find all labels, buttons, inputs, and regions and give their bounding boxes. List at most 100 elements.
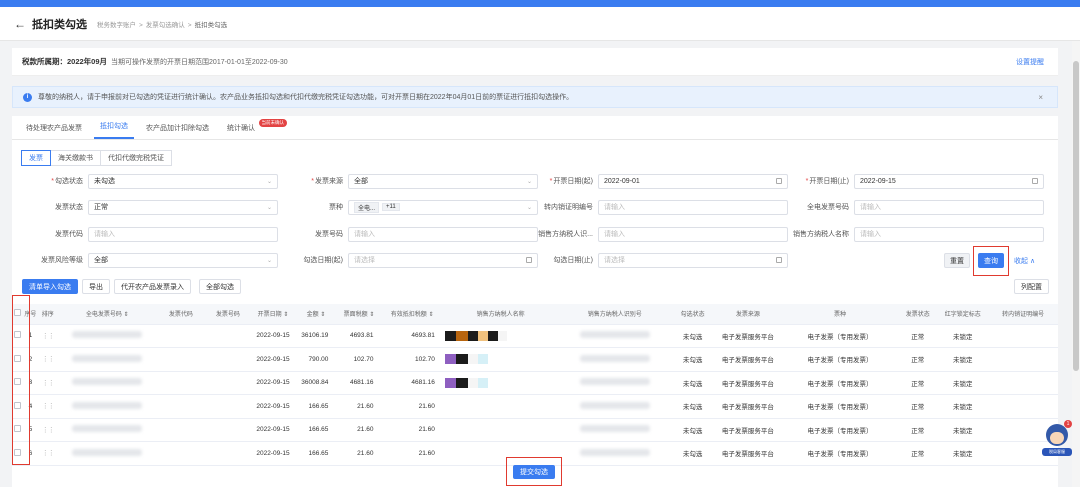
tab-pending-agri[interactable]: 待处理农产品发票 [20,123,88,139]
export-button[interactable]: 导出 [82,279,110,294]
agri-invoice-entry-button[interactable]: 代开农产品发票录入 [114,279,191,294]
breadcrumb: 税务数字账户 > 发票勾选确认 > 抵扣类勾选 [97,21,228,29]
notice-text: 尊敬的纳税人，请于申报前对已勾选的凭证进行统计确认。农产品业务抵扣勾选和代扣代缴… [38,94,574,101]
invoice-date-cell: 2022-09-15 [250,441,296,466]
valid-tax-cell: 21.60 [381,441,443,466]
subtab-customs[interactable]: 海关缴款书 [50,150,101,166]
col-header: 排序 [37,304,59,325]
col-header[interactable]: 全电发票号码 ⇕ [58,304,157,325]
check-state-cell: 未勾选 [671,418,715,442]
subtab-tax-certificate[interactable]: 代扣代缴完税凭证 [100,150,172,166]
invoice-code-input[interactable]: 请输入 [88,226,278,242]
tab-statistics-confirm[interactable]: 统计确认 当前未确认 [221,119,287,139]
filter-risk-level: 发票风险等级 全部 ⌄ [20,252,278,268]
column-config-button[interactable]: 列配置 [1014,279,1049,294]
invoice-table: 序号 排序 全电发票号码 ⇕ 发票代码 发票号码 开票日期 ⇕ 金额 ⇕ 票面税… [12,304,1058,466]
table-row[interactable]: 1 ⋮⋮ 2022-09-15 36106.19 4693.81 4693.81 未勾选 电子… [12,324,1058,348]
source-select[interactable]: 全部 ⌄ [348,173,538,189]
seller-id-input[interactable]: 请输入 [598,226,788,242]
col-header[interactable]: 有效抵扣税额 ⇕ [381,304,443,325]
ticket-type-cell: 电子发票（专用发票） [781,394,899,419]
invoice-number-cell [205,394,251,419]
collapse-link[interactable]: 收起 ∧ [1014,256,1035,266]
drag-handle-icon[interactable]: ⋮⋮ [37,347,59,372]
invoice-code-cell [156,418,206,442]
check-state-cell: 未勾选 [671,394,715,419]
chevron-down-icon: ⌄ [266,257,272,264]
amount-cell: 36106.19 [295,324,337,348]
amount-cell: 166.65 [295,418,337,442]
drag-handle-icon[interactable]: ⋮⋮ [37,418,59,442]
tax-cell: 21.60 [336,441,382,466]
calendar-icon [1032,178,1038,184]
breadcrumb-item[interactable]: 发票勾选确认 [146,22,185,29]
full-invoice-no-input[interactable]: 请输入 [854,199,1044,215]
table-row[interactable]: 3 ⋮⋮ 2022-09-15 36008.84 4681.16 4681.16 未勾选 电子… [12,371,1058,395]
invoice-status-cell: 正常 [898,371,938,395]
invoice-date-cell: 2022-09-15 [250,347,296,372]
scrollbar[interactable] [1072,41,1080,487]
table-row[interactable]: 4 ⋮⋮ 2022-09-15 166.65 21.60 21.60 未勾选 电子发票服务平台… [12,394,1058,419]
red-lock-cell: 未锁定 [937,347,989,372]
risk-level-select[interactable]: 全部 ⌄ [88,252,278,268]
drag-handle-icon[interactable]: ⋮⋮ [37,324,59,348]
transfer-no-input[interactable]: 请输入 [598,199,788,215]
chevron-down-icon: ⌄ [266,204,272,211]
tab-agri-extra-deduction[interactable]: 农产品加计扣除勾选 [140,123,215,139]
col-header: 销售方纳税人名称 [442,304,559,325]
filter-row: *勾选状态 未勾选 ⌄ *发票来源 全部 ⌄ *开票日期(起) 2022-09-01 *开… [12,173,1058,189]
col-header: 勾选状态 [671,304,715,325]
select-all-button[interactable]: 全部勾选 [199,279,241,294]
drag-handle-icon[interactable]: ⋮⋮ [37,394,59,419]
table-row[interactable]: 2 ⋮⋮ 2022-09-15 790.00 102.70 102.70 未勾选 电子发票服务… [12,347,1058,372]
ticket-type-cell: 电子发票（专用发票） [781,418,899,442]
amount-cell: 36008.84 [295,371,337,395]
invoice-status-select[interactable]: 正常 ⌄ [88,199,278,215]
drag-handle-icon[interactable]: ⋮⋮ [37,371,59,395]
valid-tax-cell: 21.60 [381,394,443,419]
check-status-select[interactable]: 未勾选 ⌄ [88,173,278,189]
check-date-end-picker[interactable]: 请选择 [598,252,788,268]
ticket-type-cell: 电子发票（专用发票） [781,324,899,348]
col-header[interactable]: 开票日期 ⇕ [250,304,296,325]
col-header: 票种 [781,304,899,325]
full-invoice-no-cell [58,347,157,372]
seller-id-cell [558,418,672,442]
invoice-code-cell [156,324,206,348]
check-date-start-picker[interactable]: 请选择 [348,252,538,268]
col-header[interactable]: 票面税额 ⇕ [336,304,382,325]
highlight-box [973,246,1009,276]
breadcrumb-item[interactable]: 税务数字账户 [97,22,136,29]
source-cell: 电子发票服务平台 [714,394,782,419]
ticket-type-select[interactable]: 全电... +11 ⌄ [348,199,538,215]
scrollbar-thumb[interactable] [1073,61,1079,371]
import-list-button[interactable]: 清单导入勾选 [22,279,78,294]
date-end-picker[interactable]: 2022-09-15 [854,173,1044,189]
amount-cell: 166.65 [295,394,337,419]
invoice-code-cell [156,394,206,419]
invoice-number-input[interactable]: 请输入 [348,226,538,242]
customer-service-avatar[interactable]: 税局客服 1 [1042,420,1072,464]
tab-deduction-check[interactable]: 抵扣勾选 [94,121,134,139]
valid-tax-cell: 4693.81 [381,324,443,348]
filter-invoice-number: 发票号码 请输入 [280,226,538,242]
arrow-left-icon[interactable]: ← [14,17,26,31]
col-header: 发票状态 [898,304,938,325]
filter-row: 发票状态 正常 ⌄ 票种 全电... +11 ⌄ 转内销证明编号 请输入 全电发票号码 请输入 [12,199,1058,215]
full-invoice-no-cell [58,324,157,348]
set-reminder-link[interactable]: 设置提醒 [1016,57,1044,67]
invoice-code-cell [156,347,206,372]
chevron-down-icon: ⌄ [266,178,272,185]
close-icon[interactable]: × [1038,93,1043,102]
drag-handle-icon[interactable]: ⋮⋮ [37,441,59,466]
date-start-picker[interactable]: 2022-09-01 [598,173,788,189]
filter-row: 发票风险等级 全部 ⌄ 勾选日期(起) 请选择 勾选日期(止) 请选择 [12,252,1058,268]
table-row[interactable]: 5 ⋮⋮ 2022-09-15 166.65 21.60 21.60 未勾选 电子发票服务平台… [12,418,1058,442]
seller-name-input[interactable]: 请输入 [854,226,1044,242]
invoice-status-cell: 正常 [898,347,938,372]
filter-source: *发票来源 全部 ⌄ [280,173,538,189]
subtab-invoice[interactable]: 发票 [21,150,51,166]
reset-button[interactable]: 重置 [944,253,970,268]
check-state-cell: 未勾选 [671,371,715,395]
col-header[interactable]: 金额 ⇕ [295,304,337,325]
